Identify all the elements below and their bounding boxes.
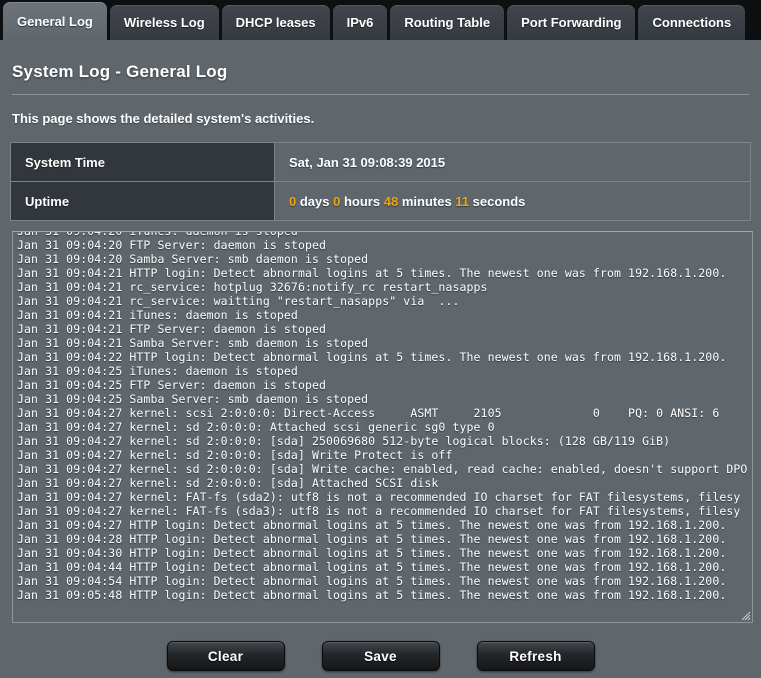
system-info-table: System Time Sat, Jan 31 09:08:39 2015 Up… — [10, 142, 751, 221]
uptime-label: Uptime — [10, 181, 275, 221]
log-textarea[interactable]: Jan 31 09:04:20 iTunes: daemon is stoped… — [12, 231, 753, 623]
tab-general-log[interactable]: General Log — [3, 2, 107, 40]
system-time-value: Sat, Jan 31 09:08:39 2015 — [274, 142, 751, 182]
tab-port-forwarding[interactable]: Port Forwarding — [507, 5, 636, 40]
uptime-days-value: 0 — [289, 193, 297, 209]
uptime-minutes-value: 48 — [383, 193, 399, 209]
page-title: System Log - General Log — [12, 62, 228, 81]
tab-label: General Log — [17, 13, 93, 29]
tab-label: Wireless Log — [123, 15, 205, 30]
tab-routing-table[interactable]: Routing Table — [390, 5, 505, 40]
uptime-minutes-unit: minutes — [401, 193, 452, 209]
page-description: This page shows the detailed system's ac… — [12, 111, 315, 126]
save-button[interactable]: Save — [321, 641, 440, 671]
log-panel-wrapper: Jan 31 09:04:20 iTunes: daemon is stoped… — [12, 231, 753, 623]
uptime-hours-unit: hours — [343, 193, 381, 209]
table-row-uptime: Uptime 0 days 0 hours 48 minutes 11 seco… — [10, 181, 751, 221]
tab-bar: General Log Wireless Log DHCP leases IPv… — [0, 0, 761, 40]
tab-ipv6[interactable]: IPv6 — [332, 5, 388, 40]
clear-button[interactable]: Clear — [166, 641, 285, 671]
tab-label: DHCP leases — [235, 15, 316, 30]
action-button-row: Clear Save Refresh — [10, 623, 751, 671]
uptime-value: 0 days 0 hours 48 minutes 11 seconds — [274, 181, 751, 221]
uptime-seconds-value: 11 — [455, 193, 470, 209]
system-time-label: System Time — [10, 142, 275, 182]
tab-label: Routing Table — [404, 15, 491, 30]
uptime-days-unit: days — [299, 193, 330, 209]
tab-wireless-log[interactable]: Wireless Log — [109, 5, 219, 40]
log-text-content: Jan 31 09:04:20 iTunes: daemon is stoped… — [17, 231, 748, 603]
tab-label: IPv6 — [346, 15, 374, 30]
tab-dhcp-leases[interactable]: DHCP leases — [221, 5, 330, 40]
refresh-button[interactable]: Refresh — [476, 641, 595, 671]
uptime-seconds-unit: seconds — [472, 193, 526, 209]
uptime-hours-value: 0 — [333, 193, 341, 209]
tab-label: Port Forwarding — [521, 15, 622, 30]
page-content: System Log - General Log This page shows… — [0, 40, 761, 678]
tab-connections[interactable]: Connections — [638, 5, 746, 40]
tab-label: Connections — [652, 15, 732, 30]
table-row-system-time: System Time Sat, Jan 31 09:08:39 2015 — [10, 142, 751, 182]
